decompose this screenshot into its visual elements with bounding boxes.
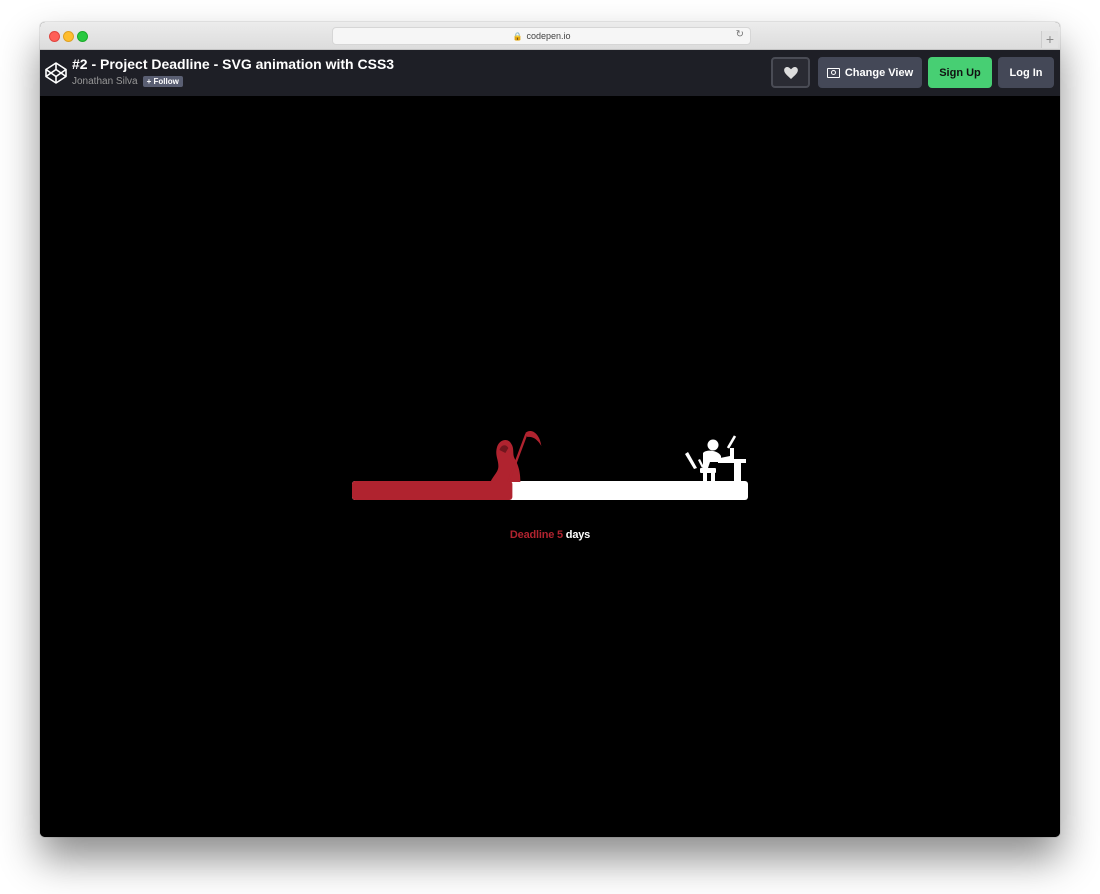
view-icon [826,67,840,78]
author-name[interactable]: Jonathan Silva [72,76,138,87]
lock-icon: 🔒 [512,31,523,41]
minimize-window-button[interactable] [63,31,74,42]
pen-preview: Deadline 5 days [40,96,1060,837]
reload-icon[interactable]: ↻ [736,29,744,40]
like-button[interactable] [771,57,810,88]
heart-icon [783,66,798,79]
close-window-button[interactable] [49,31,60,42]
address-bar-url: codepen.io [526,31,571,41]
worker-at-desk-icon [685,435,746,481]
new-tab-button[interactable]: + [1041,31,1058,48]
deadline-days-unit: days [565,529,591,541]
signup-button[interactable]: Sign Up [928,57,992,88]
deadline-days-number: 5 [557,529,563,541]
pen-title: #2 - Project Deadline - SVG animation wi… [72,56,395,72]
maximize-window-button[interactable] [77,31,88,42]
pen-author-row: Jonathan Silva + Follow [72,76,183,87]
progress-fill [352,481,513,500]
browser-window: 🔒 codepen.io ↻ + #2 - Project Deadline -… [40,22,1060,837]
codepen-logo-icon[interactable] [44,61,68,85]
deadline-label: Deadline [509,529,555,541]
grim-reaper-icon [490,430,542,483]
change-view-label: Change View [844,66,914,79]
login-button[interactable]: Log In [998,57,1054,88]
deadline-countdown: Deadline 5 days [40,529,1060,541]
address-bar[interactable]: 🔒 codepen.io ↻ [332,27,751,45]
follow-button[interactable]: + Follow [142,76,183,87]
codepen-header: #2 - Project Deadline - SVG animation wi… [40,50,1060,96]
browser-titlebar: 🔒 codepen.io ↻ + [40,22,1060,50]
deadline-scene [352,430,748,500]
change-view-button[interactable]: Change View [818,57,922,88]
